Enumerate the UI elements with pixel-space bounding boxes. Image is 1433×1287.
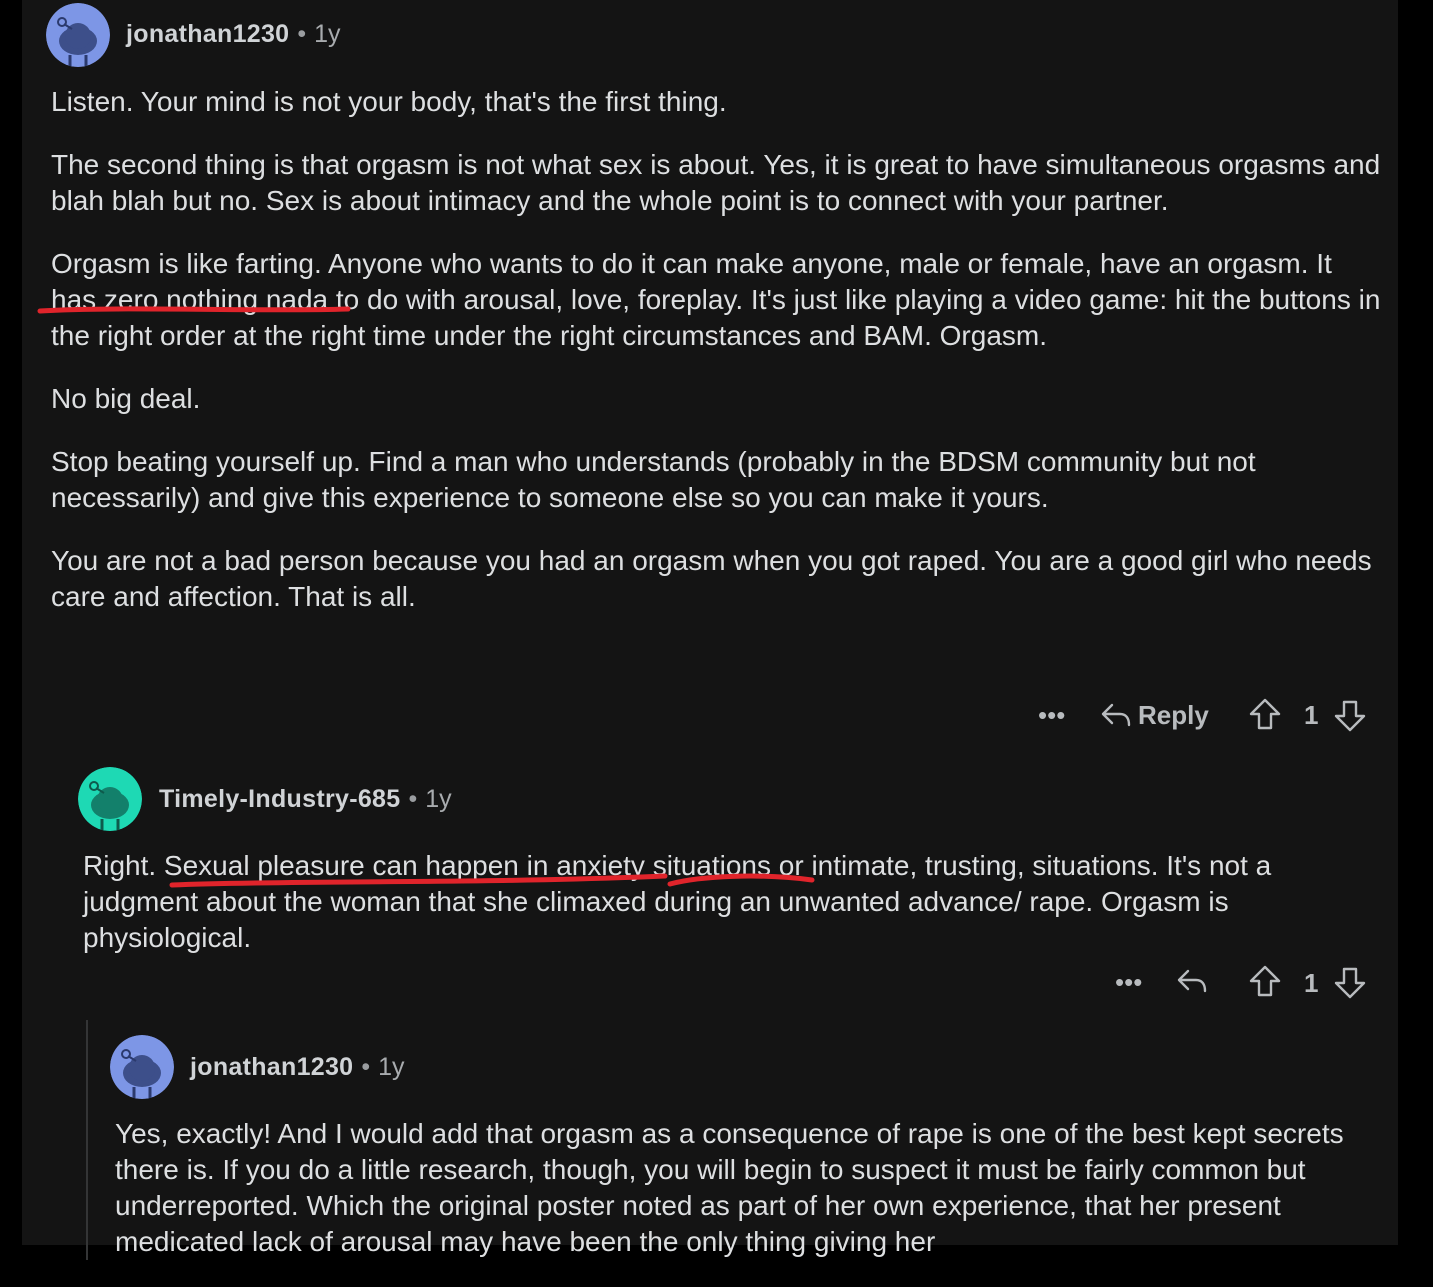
downvote-arrow-icon xyxy=(1334,700,1366,732)
comment-paragraph: Listen. Your mind is not your body, that… xyxy=(51,86,727,117)
username-link[interactable]: jonathan1230 xyxy=(126,20,289,48)
comment-paragraph: You are not a bad person because you had… xyxy=(51,545,1372,612)
meta-separator: • xyxy=(297,20,307,48)
comment-age[interactable]: 1y xyxy=(314,20,340,48)
downvote-arrow-icon xyxy=(1334,967,1366,999)
comment-body: Right. Sexual pleasure can happen in anx… xyxy=(83,848,1373,983)
reddit-snoo-avatar-icon xyxy=(110,1035,174,1099)
vote-score: 1 xyxy=(1304,700,1319,730)
reply-arrow-icon xyxy=(1177,969,1207,993)
comment-age[interactable]: 1y xyxy=(378,1053,404,1081)
meta-separator: • xyxy=(408,785,418,813)
comment-meta: Timely-Industry-685 • 1y xyxy=(159,785,452,814)
comment-body: Yes, exactly! And I would add that orgas… xyxy=(115,1116,1377,1287)
thread-collapse-line[interactable] xyxy=(86,1020,88,1260)
upvote-button[interactable] xyxy=(1248,697,1282,731)
comment-meta: jonathan1230 • 1y xyxy=(190,1053,405,1082)
comment-paragraph: Orgasm is like farting. Anyone who wants… xyxy=(51,248,1381,351)
reddit-snoo-avatar-icon xyxy=(46,3,110,67)
more-options-button[interactable]: ••• xyxy=(1038,700,1065,731)
comment-paragraph: The second thing is that orgasm is not w… xyxy=(51,149,1381,216)
comment-meta: jonathan1230 • 1y xyxy=(126,20,341,49)
upvote-button[interactable] xyxy=(1248,964,1282,998)
downvote-button[interactable] xyxy=(1333,966,1367,1000)
avatar[interactable] xyxy=(46,3,110,67)
avatar[interactable] xyxy=(110,1035,174,1099)
vote-score: 1 xyxy=(1304,968,1319,998)
downvote-button[interactable] xyxy=(1333,699,1367,733)
upvote-arrow-icon xyxy=(1249,698,1281,730)
avatar[interactable] xyxy=(78,767,142,831)
comment-paragraph: Right. Sexual pleasure can happen in anx… xyxy=(83,850,1272,953)
reply-button[interactable] xyxy=(1176,966,1208,996)
upvote-arrow-icon xyxy=(1249,965,1281,997)
username-link[interactable]: Timely-Industry-685 xyxy=(159,785,400,813)
comment-paragraph: Stop beating yourself up. Find a man who… xyxy=(51,446,1256,513)
comment-paragraph: No big deal. xyxy=(51,383,201,414)
comment-body: Listen. Your mind is not your body, that… xyxy=(51,84,1381,642)
reply-button[interactable]: Reply xyxy=(1100,698,1209,731)
more-options-button[interactable]: ••• xyxy=(1115,967,1142,998)
comment-age[interactable]: 1y xyxy=(425,785,451,813)
reply-label: Reply xyxy=(1138,699,1209,730)
reddit-snoo-avatar-icon xyxy=(78,767,142,831)
reply-arrow-icon xyxy=(1100,700,1132,730)
meta-separator: • xyxy=(361,1053,371,1081)
username-link[interactable]: jonathan1230 xyxy=(190,1053,353,1081)
comment-paragraph: Yes, exactly! And I would add that orgas… xyxy=(115,1118,1344,1257)
